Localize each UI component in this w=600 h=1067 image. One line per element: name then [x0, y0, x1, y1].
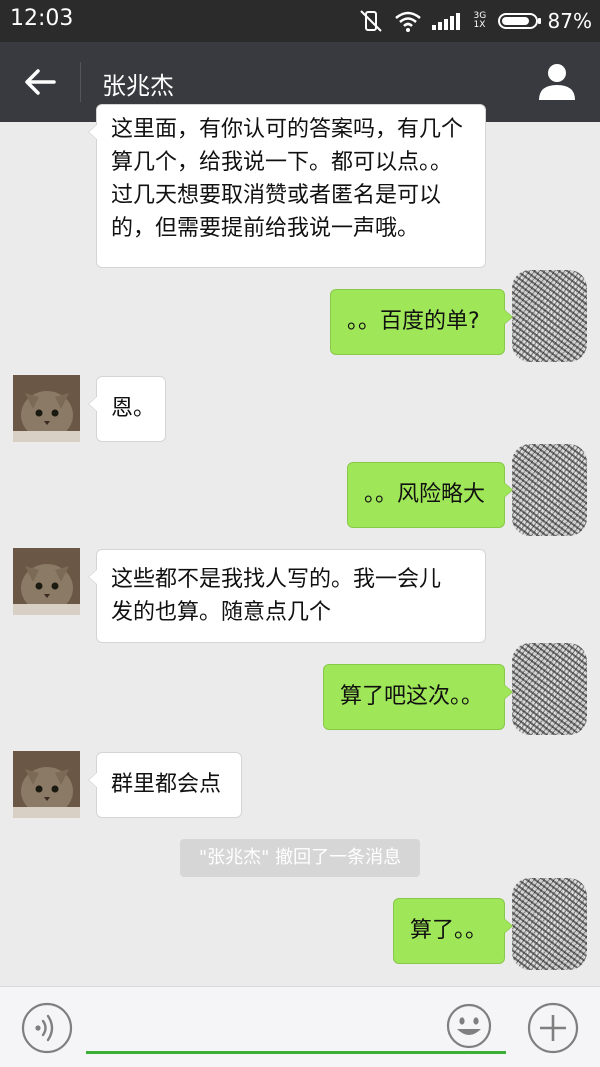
message-bubble-outgoing[interactable]: 。。风险略大: [347, 462, 513, 528]
message-bubble-outgoing[interactable]: 算了。。: [393, 898, 513, 964]
message-bubble-incoming[interactable]: 群里都会点: [88, 752, 242, 818]
voice-input-icon[interactable]: [20, 1001, 74, 1055]
wifi-icon: [394, 11, 421, 32]
my-avatar[interactable]: [512, 444, 587, 536]
network-type: 3G 1X: [474, 12, 488, 30]
message-text: 群里都会点: [111, 772, 222, 797]
header-divider: [80, 62, 81, 102]
message-text: 发的也算。随意点几个: [111, 600, 332, 625]
message-bubble-outgoing[interactable]: 算了吧这次。。: [323, 664, 513, 730]
signal-icon: [431, 13, 460, 30]
emoji-icon[interactable]: [446, 1003, 492, 1049]
message-text: 过几天想要取消赞或者匿名是可以: [111, 183, 442, 208]
more-plus-icon[interactable]: [526, 1001, 580, 1055]
contact-profile-icon[interactable]: [536, 60, 578, 102]
input-underline: [86, 1051, 506, 1054]
my-avatar[interactable]: [512, 643, 587, 735]
vibrate-off-icon: [359, 10, 382, 32]
back-arrow-icon[interactable]: [20, 62, 60, 102]
recall-notice: "张兆杰" 撤回了一条消息: [180, 839, 420, 877]
message-bubble-incoming[interactable]: 这里面，有你认可的答案吗，有几个 算几个，给我说一下。都可以点。。 过几天想要取…: [88, 104, 486, 268]
message-text: 算了吧这次。。: [340, 684, 484, 709]
message-text: 恩。: [111, 396, 156, 421]
contact-avatar[interactable]: [13, 751, 80, 818]
message-text: 算了。。: [410, 918, 488, 943]
cat-avatar-icon: [13, 548, 80, 615]
status-time: 12:03: [10, 6, 74, 31]
battery-percent: 87%: [547, 9, 592, 33]
battery-icon: [497, 13, 541, 29]
network-1x-label: 1X: [473, 20, 486, 30]
message-bubble-incoming[interactable]: 恩。: [88, 376, 166, 442]
contact-avatar[interactable]: [13, 375, 80, 442]
message-text: 。。风险略大: [364, 482, 486, 507]
cat-avatar-icon: [13, 375, 80, 442]
my-avatar[interactable]: [512, 878, 587, 970]
message-text: 。。百度的单?: [347, 309, 480, 334]
status-indicators: 3G 1X 87%: [358, 8, 592, 34]
my-avatar[interactable]: [512, 270, 587, 362]
cat-avatar-icon: [13, 751, 80, 818]
chat-title: 张兆杰: [102, 72, 174, 100]
message-text: 这些都不是我找人写的。我一会儿: [111, 567, 442, 592]
battery-level: [501, 17, 530, 25]
message-text: 的，但需要提前给我说一声哦。: [111, 216, 420, 241]
message-text: 这里面，有你认可的答案吗，有几个: [111, 117, 464, 142]
message-bubble-outgoing[interactable]: 。。百度的单?: [330, 289, 513, 355]
input-bar: [0, 986, 600, 1067]
message-bubble-incoming[interactable]: 这些都不是我找人写的。我一会儿 发的也算。随意点几个: [88, 549, 486, 643]
contact-avatar[interactable]: [13, 548, 80, 615]
message-text: 算几个，给我说一下。都可以点。。: [111, 150, 453, 175]
status-bar: 12:03 3G 1X 87%: [0, 0, 600, 42]
